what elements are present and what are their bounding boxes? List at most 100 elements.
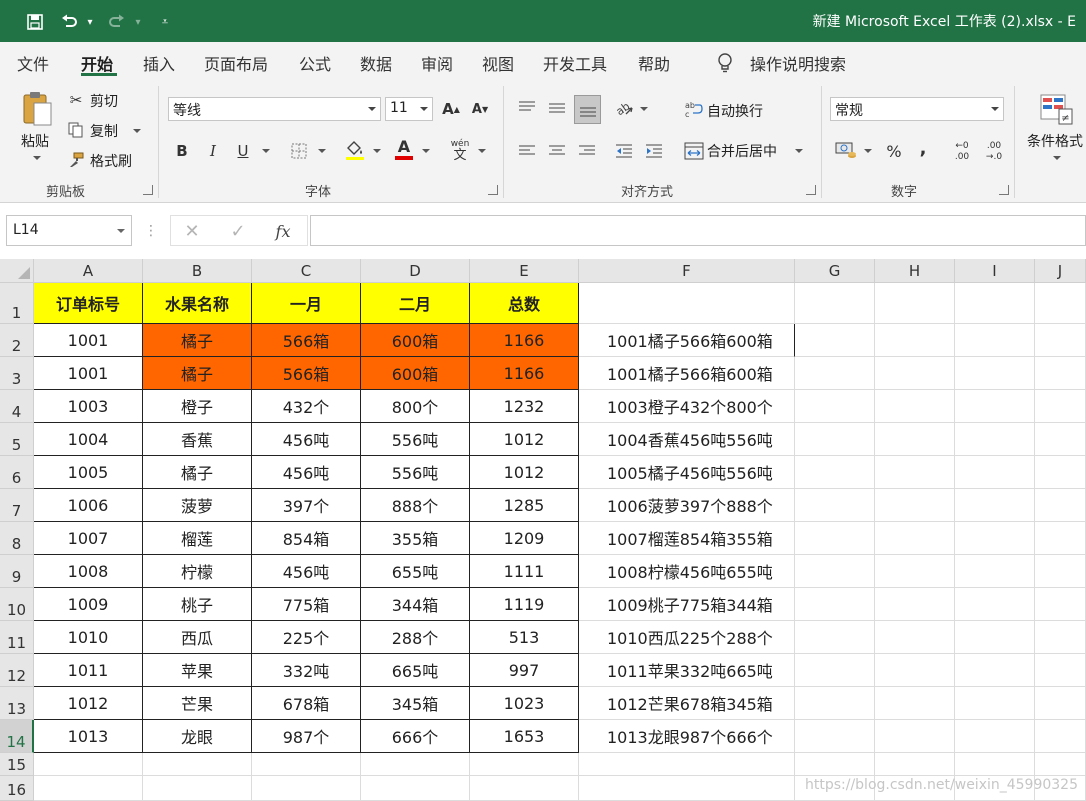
table-cell[interactable]: 800个: [361, 390, 470, 423]
alignment-dialog-launcher[interactable]: [806, 185, 816, 195]
concatenated-cell[interactable]: 1003橙子432个800个: [579, 390, 795, 423]
empty-cell[interactable]: [795, 588, 875, 621]
wrap-text-button[interactable]: 自动换行: [707, 101, 763, 121]
column-header-g[interactable]: G: [795, 259, 875, 283]
table-cell[interactable]: 菠萝: [143, 489, 252, 522]
comma-style-button[interactable]: ,: [914, 136, 932, 160]
fill-color-dropdown-icon[interactable]: [373, 149, 381, 153]
table-cell[interactable]: 665吨: [361, 654, 470, 687]
underline-dropdown-icon[interactable]: [262, 149, 270, 153]
empty-cell[interactable]: [955, 357, 1035, 390]
table-cell[interactable]: 1012: [470, 456, 579, 489]
align-left-icon[interactable]: [515, 139, 539, 163]
empty-cell[interactable]: [795, 283, 875, 324]
customize-toolbar-icon[interactable]: ⩡: [158, 11, 172, 33]
table-cell[interactable]: 655吨: [361, 555, 470, 588]
font-color-icon[interactable]: A: [393, 137, 415, 161]
row-header-14[interactable]: 14: [0, 720, 34, 753]
table-cell[interactable]: 345箱: [361, 687, 470, 720]
tab-home[interactable]: 开始: [81, 51, 113, 75]
table-cell[interactable]: 600箱: [361, 324, 470, 357]
table-header-cell[interactable]: 订单标号: [34, 283, 143, 324]
table-cell[interactable]: 1001: [34, 324, 143, 357]
table-cell[interactable]: 432个: [252, 390, 361, 423]
increase-font-size-icon[interactable]: A ▲: [441, 98, 461, 120]
table-cell[interactable]: 556吨: [361, 423, 470, 456]
empty-cell[interactable]: [955, 621, 1035, 654]
tab-formulas[interactable]: 公式: [299, 51, 331, 75]
empty-cell[interactable]: [1035, 357, 1086, 390]
align-top-icon[interactable]: [515, 96, 539, 120]
percent-button[interactable]: %: [883, 139, 905, 163]
table-cell[interactable]: 344箱: [361, 588, 470, 621]
concatenated-cell[interactable]: 1012芒果678箱345箱: [579, 687, 795, 720]
empty-cell[interactable]: [875, 588, 955, 621]
table-cell[interactable]: 556吨: [361, 456, 470, 489]
table-cell[interactable]: 888个: [361, 489, 470, 522]
table-cell[interactable]: 1012: [470, 423, 579, 456]
table-cell[interactable]: 566箱: [252, 324, 361, 357]
empty-cell[interactable]: [875, 720, 955, 753]
tab-insert[interactable]: 插入: [143, 51, 175, 75]
row-header-16[interactable]: 16: [0, 776, 34, 801]
merge-center-button[interactable]: 合并后居中: [707, 141, 777, 161]
table-cell[interactable]: 355箱: [361, 522, 470, 555]
table-cell[interactable]: 1010: [34, 621, 143, 654]
undo-dropdown-icon[interactable]: ▾: [84, 11, 96, 33]
empty-cell[interactable]: [875, 687, 955, 720]
empty-cell[interactable]: [955, 654, 1035, 687]
empty-cell[interactable]: [579, 753, 795, 776]
empty-cell[interactable]: [1035, 390, 1086, 423]
format-painter-icon[interactable]: [66, 150, 86, 170]
number-format-combo[interactable]: 常规: [830, 97, 1004, 121]
row-header-13[interactable]: 13: [0, 687, 34, 720]
table-cell[interactable]: 1209: [470, 522, 579, 555]
empty-cell[interactable]: [875, 423, 955, 456]
empty-cell[interactable]: [875, 324, 955, 357]
table-cell[interactable]: 1012: [34, 687, 143, 720]
cancel-icon[interactable]: ✕: [180, 219, 204, 243]
column-header-a[interactable]: A: [34, 259, 143, 283]
empty-cell[interactable]: [1035, 324, 1086, 357]
table-cell[interactable]: 456吨: [252, 423, 361, 456]
align-middle-icon[interactable]: [545, 96, 569, 120]
table-cell[interactable]: 香蕉: [143, 423, 252, 456]
empty-cell[interactable]: [252, 776, 361, 801]
empty-cell[interactable]: [143, 776, 252, 801]
phonetic-guide-icon[interactable]: wén 文: [447, 138, 473, 164]
tab-view[interactable]: 视图: [482, 51, 514, 75]
empty-cell[interactable]: [34, 753, 143, 776]
empty-cell[interactable]: [1035, 489, 1086, 522]
conditional-formatting-icon[interactable]: ≠: [1038, 92, 1074, 126]
concatenated-cell[interactable]: 1001橘子566箱600箱: [579, 357, 795, 390]
worksheet-grid[interactable]: A B C D E F G H I J 1 2 3 4 5 6 7 8 9 10 11 12 13 14 15 16 订单标号 水果名…: [0, 259, 1086, 801]
table-cell[interactable]: 566箱: [252, 357, 361, 390]
table-header-cell[interactable]: 总数: [470, 283, 579, 324]
concatenated-cell[interactable]: 1008柠檬456吨655吨: [579, 555, 795, 588]
tab-data[interactable]: 数据: [360, 51, 392, 75]
borders-dropdown-icon[interactable]: [318, 149, 326, 153]
empty-cell[interactable]: [795, 621, 875, 654]
empty-cell[interactable]: [252, 753, 361, 776]
decrease-decimal-icon[interactable]: .00 →.0: [980, 139, 1008, 165]
font-size-combo[interactable]: 11: [385, 97, 433, 121]
empty-cell[interactable]: [579, 283, 795, 324]
tab-help[interactable]: 帮助: [638, 51, 670, 75]
concatenated-cell[interactable]: 1010西瓜225个288个: [579, 621, 795, 654]
empty-cell[interactable]: [361, 776, 470, 801]
row-header-5[interactable]: 5: [0, 423, 34, 456]
table-cell[interactable]: 678箱: [252, 687, 361, 720]
table-cell[interactable]: 1001: [34, 357, 143, 390]
empty-cell[interactable]: [955, 489, 1035, 522]
empty-cell[interactable]: [875, 522, 955, 555]
table-cell[interactable]: 1007: [34, 522, 143, 555]
table-cell[interactable]: 1005: [34, 456, 143, 489]
decrease-font-size-icon[interactable]: A ▼: [470, 98, 490, 120]
table-cell[interactable]: 1008: [34, 555, 143, 588]
empty-cell[interactable]: [795, 423, 875, 456]
table-cell[interactable]: 1023: [470, 687, 579, 720]
empty-cell[interactable]: [470, 776, 579, 801]
empty-cell[interactable]: [1035, 654, 1086, 687]
italic-button[interactable]: I: [203, 140, 223, 162]
align-center-icon[interactable]: [545, 139, 569, 163]
